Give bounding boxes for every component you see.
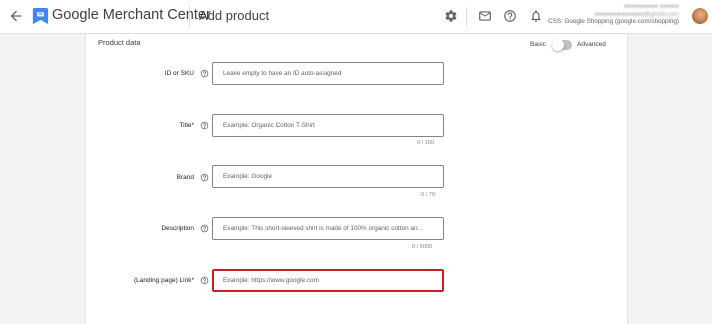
help-circle-icon[interactable] (200, 224, 209, 233)
help-icon[interactable] (503, 9, 517, 23)
section-title: Product data (98, 38, 141, 47)
gear-icon[interactable] (444, 9, 458, 23)
avatar[interactable] (692, 8, 708, 24)
title-char-counter: 0 / 150 (417, 140, 435, 146)
toggle-label-advanced: Advanced (577, 41, 606, 48)
link-input[interactable]: Example: https://www.google.com (212, 269, 444, 292)
account-info[interactable]: ●●●●●●●●● ●●●●● ●●●●●●●●●●●●●@gmail.com … (548, 3, 679, 26)
brand-input[interactable]: Example: Google (212, 165, 444, 188)
brand-char-counter: 0 / 70 (421, 192, 435, 198)
basic-advanced-toggle[interactable] (552, 39, 572, 51)
toggle-label-basic: Basic (530, 41, 546, 48)
header-divider (189, 6, 190, 27)
id-sku-input[interactable]: Leave empty to have an ID auto-assigned (212, 62, 444, 85)
description-input[interactable]: Example: This short-sleeved shirt is mad… (212, 217, 444, 240)
app-name[interactable]: Google Merchant Center (52, 7, 211, 23)
account-name: ●●●●●●●●● ●●●●● (624, 3, 679, 10)
top-app-bar: Google Merchant Center Add product ●●●●●… (0, 0, 712, 34)
link-label: (Landing page) Link* (134, 277, 194, 284)
id-sku-label: ID or SKU (164, 70, 194, 77)
description-char-counter: 0 / 5000 (412, 244, 433, 250)
title-input[interactable]: Example: Organic Cotton T-Shirt (212, 114, 444, 137)
merchant-center-logo (32, 8, 49, 25)
brand-label: Brand (176, 174, 194, 181)
link-placeholder: Example: https://www.google.com (223, 277, 319, 284)
id-sku-placeholder: Leave empty to have an ID auto-assigned (223, 70, 342, 77)
help-circle-icon[interactable] (200, 276, 209, 285)
mail-icon[interactable] (478, 9, 492, 23)
description-placeholder: Example: This short-sleeved shirt is mad… (223, 225, 423, 232)
header-separator (466, 7, 467, 26)
help-circle-icon[interactable] (200, 69, 209, 78)
bell-icon[interactable] (529, 9, 543, 23)
help-circle-icon[interactable] (200, 173, 209, 182)
brand-placeholder: Example: Google (223, 173, 273, 180)
back-arrow-icon[interactable] (8, 8, 24, 24)
page-title: Add product (199, 8, 270, 23)
product-data-card: Product data Basic Advanced ID or SKU Le… (85, 34, 628, 324)
toggle-knob (552, 39, 564, 51)
help-circle-icon[interactable] (200, 121, 209, 130)
title-label: Title* (179, 122, 194, 129)
account-email: ●●●●●●●●●●●●●@gmail.com (594, 10, 679, 18)
css-label: CSS: Google Shopping (google.com/shoppin… (548, 18, 679, 26)
title-placeholder: Example: Organic Cotton T-Shirt (223, 122, 315, 129)
description-label: Description (161, 225, 194, 232)
